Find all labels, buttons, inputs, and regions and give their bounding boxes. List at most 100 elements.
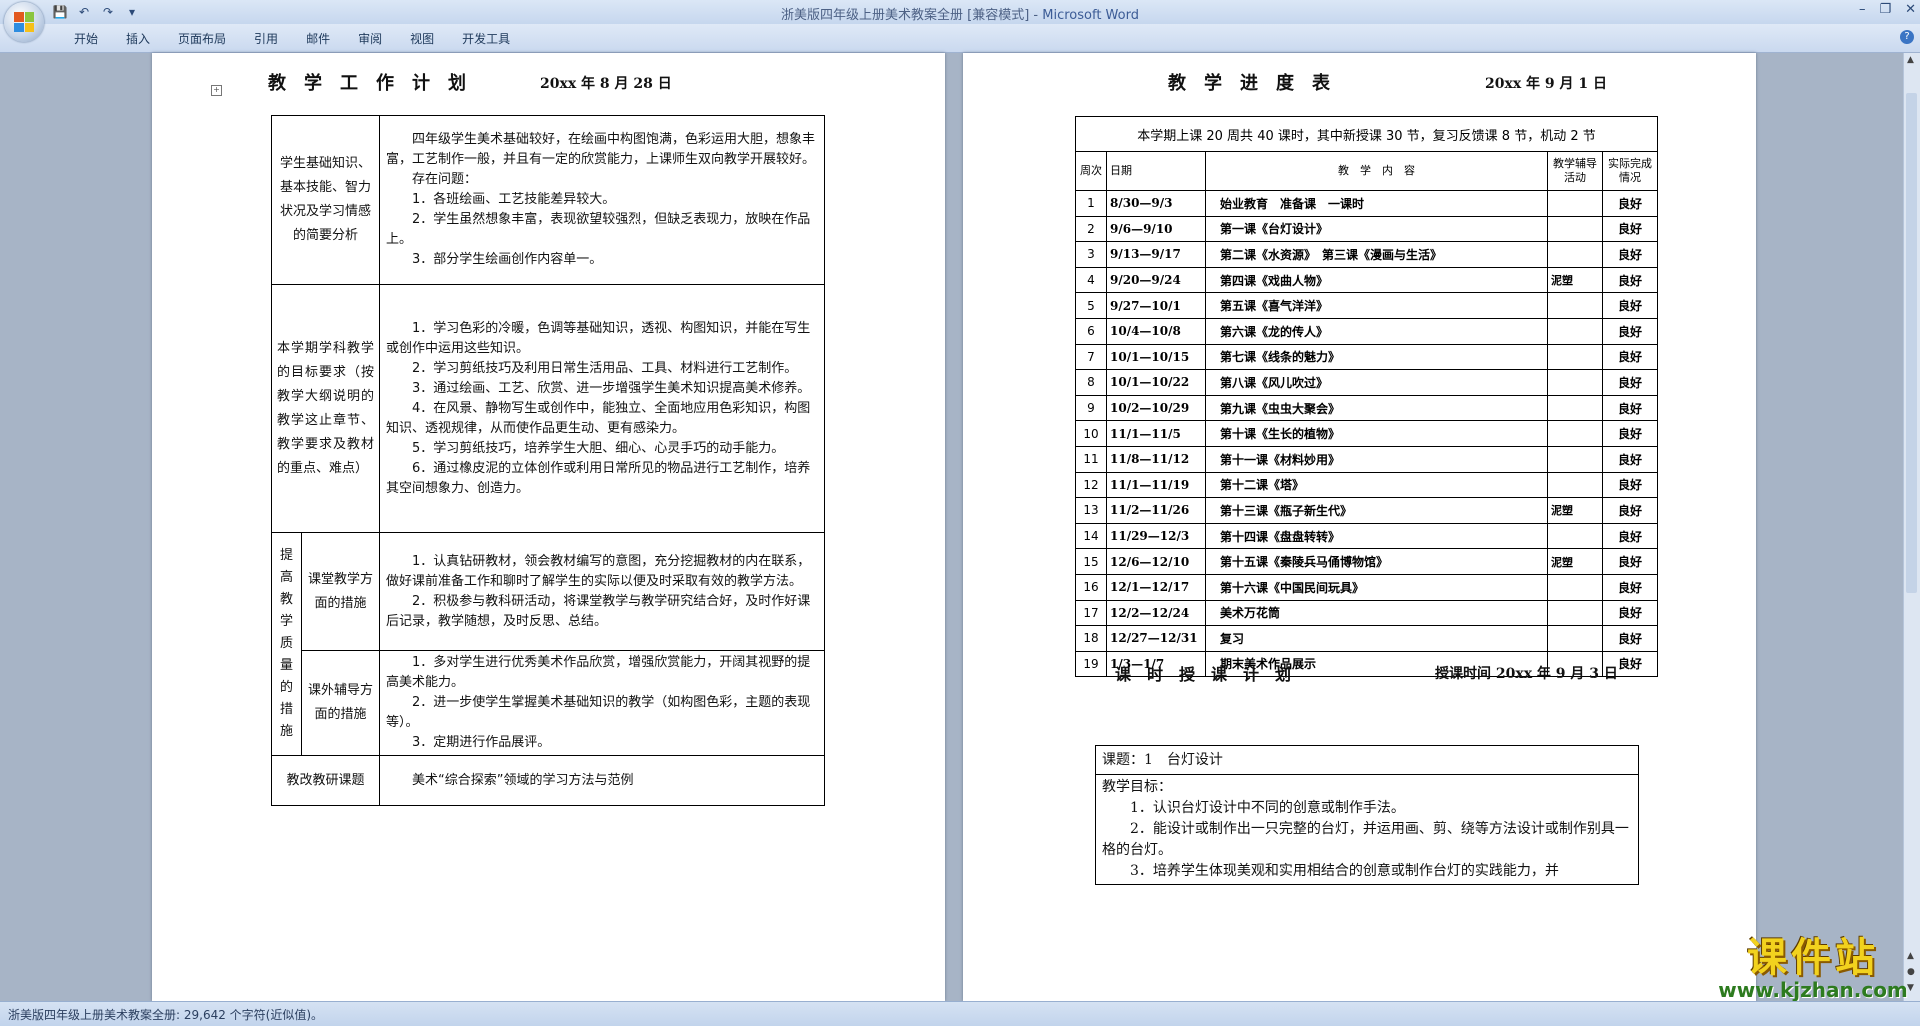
header-aux: 教学辅导活动 bbox=[1547, 151, 1603, 191]
title-bar: 💾 ↶ ↷ ▾ 浙美版四年级上册美术教案全册 [兼容模式] - Microsof… bbox=[0, 0, 1920, 24]
date-cell: 9/13—9/17 bbox=[1106, 241, 1206, 268]
aux-cell bbox=[1547, 394, 1603, 422]
ribbon-tab[interactable]: 邮件 bbox=[292, 30, 344, 47]
week-cell: 3 bbox=[1075, 241, 1107, 268]
scroll-up-icon[interactable]: ▲ bbox=[1907, 55, 1914, 65]
aux-cell bbox=[1547, 190, 1603, 217]
date-cell: 10/2—10/29 bbox=[1106, 394, 1206, 422]
ribbon-tab[interactable]: 开始 bbox=[60, 30, 112, 47]
week-cell: 5 bbox=[1075, 292, 1107, 319]
aux-cell: 泥塑 bbox=[1547, 548, 1603, 575]
date-cell: 11/1—11/19 bbox=[1106, 471, 1206, 499]
content-cell: 第一课《台灯设计》 bbox=[1205, 215, 1548, 243]
result-cell: 良好 bbox=[1602, 471, 1658, 499]
header-date: 日期 bbox=[1106, 151, 1206, 191]
date-cell: 11/1—11/5 bbox=[1106, 420, 1206, 447]
content-line: 3．定期进行作品展评。 bbox=[412, 735, 551, 750]
vertical-scrollbar[interactable]: ▲ ▲ ● ▼ bbox=[1903, 53, 1920, 1001]
week-cell: 2 bbox=[1075, 215, 1107, 243]
result-cell: 良好 bbox=[1602, 394, 1658, 422]
result-cell: 良好 bbox=[1602, 241, 1658, 268]
office-button[interactable] bbox=[4, 2, 44, 42]
content-cell: 第十六课《中国民间玩具》 bbox=[1205, 573, 1548, 601]
content-cell: 始业教育 准备课 一课时 bbox=[1205, 190, 1548, 217]
measures-label: 提高教学质量的措施 bbox=[271, 532, 302, 756]
minimize-icon[interactable]: – bbox=[1859, 2, 1866, 17]
table-row: 7 10/1—10/15 第七课《线条的魅力》 良好 bbox=[1075, 343, 1658, 371]
date-cell: 10/1—10/15 bbox=[1106, 343, 1206, 371]
right-page: 教 学 进 度 表 20xx 年 9 月 1 日 本学期上课 20 周共 40 … bbox=[963, 53, 1756, 1001]
week-cell: 13 bbox=[1075, 497, 1107, 524]
week-cell: 9 bbox=[1075, 394, 1107, 422]
result-cell: 良好 bbox=[1602, 292, 1658, 319]
scroll-thumb[interactable] bbox=[1906, 93, 1917, 593]
left-page: 教 学 工 作 计 划 20xx 年 8 月 28 日 + 学生基础知识、基本技… bbox=[152, 53, 945, 1001]
table-row: 11 11/8—11/12 第十一课《材料妙用》 良好 bbox=[1075, 445, 1658, 473]
table-move-handle-icon[interactable]: + bbox=[211, 85, 222, 96]
aux-cell bbox=[1547, 573, 1603, 601]
result-cell: 良好 bbox=[1602, 369, 1658, 396]
table-row: 提高教学质量的措施 课堂教学方面的措施 1．认真钻研教材，领会教材编写的意图，充… bbox=[271, 532, 825, 756]
prev-page-icon[interactable]: ▲ bbox=[1907, 951, 1914, 961]
week-cell: 10 bbox=[1075, 420, 1107, 447]
work-plan-title: 教 学 工 作 计 划 bbox=[268, 73, 466, 94]
row-content: 四年级学生美术基础较好，在绘画中构图饱满，色彩运用大胆，想象丰富，工艺制作一般，… bbox=[379, 115, 825, 285]
content-line: 4．在风景、静物写生或创作中，能独立、全面地应用色彩知识，构图知识、透视规律，从… bbox=[386, 400, 811, 436]
row-label: 课堂教学方面的措施 bbox=[301, 532, 380, 651]
week-cell: 15 bbox=[1075, 548, 1107, 575]
result-cell: 良好 bbox=[1602, 343, 1658, 371]
next-page-icon[interactable]: ▼ bbox=[1907, 983, 1914, 993]
result-cell: 良好 bbox=[1602, 548, 1658, 575]
table-row: 3 9/13—9/17 第二课《水资源》 第三课《漫画与生活》 良好 bbox=[1075, 241, 1658, 268]
content-line: 1．学习色彩的冷暖，色调等基础知识，透视、构图知识，并能在写生或创作中运用这些知… bbox=[386, 320, 811, 356]
ribbon-tab[interactable]: 开发工具 bbox=[448, 30, 524, 47]
work-plan-table: 学生基础知识、基本技能、智力状况及学习情感的简要分析 四年级学生美术基础较好，在… bbox=[271, 115, 825, 806]
content-cell: 第十一课《材料妙用》 bbox=[1205, 445, 1548, 473]
row-content: 1．多对学生进行优秀美术作品欣赏，增强欣赏能力，开阔其视野的提高美术能力。 2．… bbox=[379, 650, 825, 756]
result-cell: 良好 bbox=[1602, 420, 1658, 447]
ribbon-tab[interactable]: 引用 bbox=[240, 30, 292, 47]
aux-cell bbox=[1547, 292, 1603, 319]
ribbon-tab[interactable]: 审阅 bbox=[344, 30, 396, 47]
title-separator: - bbox=[1029, 8, 1043, 23]
result-cell: 良好 bbox=[1602, 317, 1658, 345]
watermark-url: www.kjzhan.com bbox=[1718, 978, 1908, 1002]
week-cell: 6 bbox=[1075, 317, 1107, 345]
restore-icon[interactable]: ❐ bbox=[1879, 2, 1891, 17]
content-cell: 第二课《水资源》 第三课《漫画与生活》 bbox=[1205, 241, 1548, 268]
site-watermark: 课件站 www.kjzhan.com bbox=[1718, 936, 1908, 1002]
ribbon-tab[interactable]: 页面布局 bbox=[164, 30, 240, 47]
row-label: 教改教研课题 bbox=[271, 755, 380, 806]
week-cell: 19 bbox=[1075, 650, 1107, 678]
aux-cell bbox=[1547, 369, 1603, 396]
result-cell: 良好 bbox=[1602, 625, 1658, 652]
ribbon-tab[interactable]: 插入 bbox=[112, 30, 164, 47]
result-cell: 良好 bbox=[1602, 573, 1658, 601]
ribbon-tab[interactable]: 视图 bbox=[396, 30, 448, 47]
table-row: 18 12/27—12/31 复习 良好 bbox=[1075, 625, 1658, 652]
table-row: 4 9/20—9/24 第四课《戏曲人物》 泥塑 良好 bbox=[1075, 266, 1658, 294]
schedule-date: 20xx 年 9 月 1 日 bbox=[1485, 76, 1608, 92]
row-label: 学生基础知识、基本技能、智力状况及学习情感的简要分析 bbox=[271, 115, 380, 285]
aux-cell bbox=[1547, 241, 1603, 268]
table-row: 16 12/1—12/17 第十六课《中国民间玩具》 良好 bbox=[1075, 573, 1658, 601]
status-text: 浙美版四年级上册美术教案全册: 29,642 个字符(近似值)。 bbox=[8, 1008, 324, 1022]
table-row: 2 9/6—9/10 第一课《台灯设计》 良好 bbox=[1075, 215, 1658, 243]
lesson-goal: 3．培养学生体现美观和实用相结合的创意或制作台灯的实践能力，并 bbox=[1130, 863, 1559, 879]
schedule-summary: 本学期上课 20 周共 40 课时，其中新授课 30 节，复习反馈课 8 节，机… bbox=[1075, 116, 1658, 152]
content-line: 6．通过橡皮泥的立体创作或利用日常所见的物品进行工艺制作，培养其空间想象力、创造… bbox=[386, 460, 811, 496]
aux-cell bbox=[1547, 625, 1603, 652]
date-cell: 8/30—9/3 bbox=[1106, 190, 1206, 217]
date-cell: 9/27—10/1 bbox=[1106, 292, 1206, 319]
table-row: 学生基础知识、基本技能、智力状况及学习情感的简要分析 四年级学生美术基础较好，在… bbox=[271, 115, 825, 285]
select-browse-icon[interactable]: ● bbox=[1907, 967, 1915, 977]
content-line: 美术“综合探索”领域的学习方法与范例 bbox=[412, 772, 634, 788]
week-cell: 8 bbox=[1075, 369, 1107, 396]
row-content: 美术“综合探索”领域的学习方法与范例 bbox=[379, 755, 825, 806]
week-cell: 16 bbox=[1075, 573, 1107, 601]
content-line: 2．学生虽然想象丰富，表现欲望较强烈，但缺乏表现力，放映在作品上。 bbox=[386, 212, 811, 247]
content-cell: 美术万花筒 bbox=[1205, 599, 1548, 627]
help-icon[interactable]: ? bbox=[1900, 30, 1914, 44]
close-icon[interactable]: ✕ bbox=[1905, 2, 1916, 17]
table-row: 14 11/29—12/3 第十四课《盘盘转转》 良好 bbox=[1075, 522, 1658, 550]
